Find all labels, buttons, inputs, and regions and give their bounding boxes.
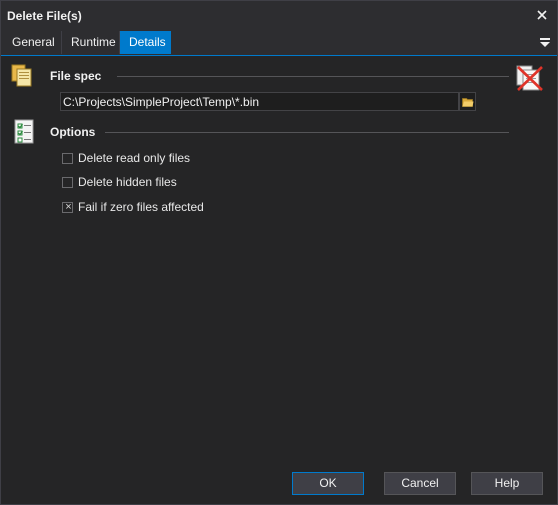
menu-icon[interactable] (539, 36, 551, 48)
options-divider (105, 132, 509, 133)
cancel-button[interactable]: Cancel (384, 472, 456, 495)
window-title: Delete File(s) (7, 9, 82, 23)
file-spec-input[interactable] (60, 92, 459, 111)
checkbox-checked[interactable]: × (62, 200, 73, 213)
option-fail-if-zero[interactable]: × Fail if zero files affected (62, 199, 204, 215)
option-label: Delete hidden files (78, 175, 177, 189)
dialog-window: Delete File(s) General Runtime Details F… (0, 0, 558, 505)
checkbox[interactable] (62, 152, 73, 164)
option-delete-read-only[interactable]: Delete read only files (62, 150, 190, 166)
files-icon (11, 64, 37, 91)
tab-bar: General Runtime Details (1, 30, 557, 56)
checkbox[interactable] (62, 176, 73, 188)
title-bar: Delete File(s) (1, 1, 557, 30)
option-label: Delete read only files (78, 151, 191, 165)
option-label: Fail if zero files affected (78, 200, 204, 214)
tab-general[interactable]: General (3, 31, 62, 54)
file-spec-heading: File spec (50, 69, 102, 83)
browse-button[interactable] (459, 92, 476, 111)
option-delete-hidden[interactable]: Delete hidden files (62, 174, 177, 190)
close-icon[interactable] (531, 4, 553, 26)
ok-button[interactable]: OK (292, 472, 364, 495)
check-mark-icon: × (65, 200, 72, 213)
help-button[interactable]: Help (471, 472, 543, 495)
file-spec-divider (117, 76, 509, 77)
delete-files-icon (515, 64, 545, 95)
folder-open-icon (461, 97, 474, 107)
tab-details[interactable]: Details (120, 31, 171, 54)
tab-runtime[interactable]: Runtime (62, 31, 120, 54)
options-heading: Options (50, 125, 96, 139)
checklist-icon (14, 119, 36, 148)
